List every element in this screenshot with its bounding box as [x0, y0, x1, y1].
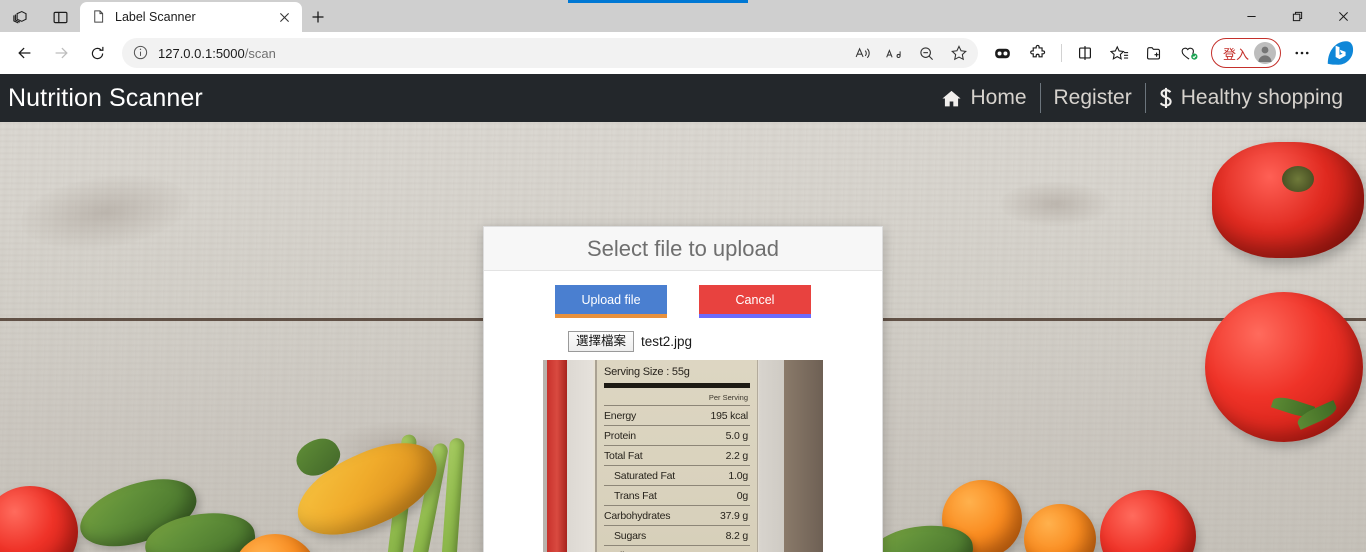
choose-file-button[interactable]: 選擇檔案	[568, 331, 635, 352]
window-controls	[1228, 0, 1366, 32]
pepper-stem	[1282, 166, 1314, 192]
upload-modal: Select file to upload Upload file Cancel…	[483, 226, 883, 552]
translate-icon[interactable]	[880, 39, 910, 67]
dollar-icon	[1159, 87, 1173, 109]
nav-link-register-label: Register	[1053, 86, 1132, 109]
nutrition-rows: Energy 195 kcal Protein 5.0 g Total Fat 2.2 g…	[604, 405, 750, 552]
nutrition-row: Trans Fat 0g	[604, 485, 750, 505]
file-input[interactable]: 選擇檔案 test2.jpg	[568, 331, 870, 352]
nutrient-value: 1.0g	[728, 469, 748, 482]
nav-link-register[interactable]: Register	[1041, 86, 1145, 110]
page-icon	[91, 9, 107, 25]
site-brand[interactable]: Nutrition Scanner	[8, 84, 203, 113]
nutrition-label-preview: Serving Size : 55g Per Serving Energy 195…	[543, 360, 823, 552]
nutrient-name: Carbohydrates	[604, 509, 671, 522]
nutrient-name: Saturated Fat	[614, 469, 676, 482]
browser-toolbar: 127.0.0.1:5000/scan 登入	[0, 32, 1366, 74]
nav-link-home[interactable]: Home	[928, 86, 1039, 110]
toolbar-right-actions: 登入	[986, 34, 1358, 72]
url-host: 127.0.0.1:5000	[158, 45, 245, 61]
serving-size-text: Serving Size : 55g	[604, 366, 690, 378]
nutrition-row: Carbohydrates 37.9 g	[604, 505, 750, 525]
red-pepper	[1212, 142, 1364, 258]
nutrition-row: Total Fat 2.2 g	[604, 445, 750, 465]
nutrient-name: Energy	[604, 409, 637, 422]
nutrition-row: Saturated Fat 1.0g	[604, 465, 750, 485]
nutrient-value: 5.0 g	[725, 429, 749, 442]
nutrient-name: Protein	[604, 429, 636, 442]
workspaces-icon[interactable]	[0, 2, 40, 32]
site-info-icon[interactable]	[132, 44, 150, 62]
nav-link-healthy-shopping-label: Healthy shopping	[1180, 86, 1343, 109]
extension-mask-icon[interactable]	[986, 36, 1020, 70]
sign-in-button[interactable]: 登入	[1210, 38, 1281, 68]
nutrient-value: 37.9 g	[720, 509, 748, 522]
minimize-icon[interactable]	[1228, 0, 1274, 32]
tab-actions-menu-icon[interactable]	[40, 2, 80, 32]
refresh-button[interactable]	[80, 36, 114, 70]
favorite-star-icon[interactable]	[944, 39, 974, 67]
back-button[interactable]	[8, 36, 42, 70]
selected-file-name: test2.jpg	[641, 334, 693, 349]
nutrition-row: Sodium698 mg	[604, 545, 750, 552]
settings-and-more-button[interactable]	[1285, 36, 1319, 70]
avatar[interactable]	[1254, 42, 1276, 64]
modal-button-row: Upload file Cancel	[496, 285, 870, 318]
modal-body: Upload file Cancel 選擇檔案 test2.jpg Servin…	[484, 271, 882, 552]
nutrition-row: Energy 195 kcal	[604, 405, 750, 425]
tomato	[0, 486, 78, 552]
split-screen-icon[interactable]	[1068, 36, 1102, 70]
site-navbar: Nutrition Scanner Home Register Healthy …	[0, 74, 1366, 122]
modal-header: Select file to upload	[484, 227, 882, 271]
nav-link-home-label: Home	[970, 86, 1027, 109]
url-text[interactable]: 127.0.0.1:5000/scan	[158, 46, 848, 61]
new-tab-button[interactable]	[302, 2, 334, 32]
close-tab-icon[interactable]	[274, 7, 294, 27]
browser-tab[interactable]: Label Scanner	[80, 2, 302, 32]
modal-title: Select file to upload	[586, 235, 780, 261]
tomato	[1100, 490, 1196, 552]
copilot-bing-icon[interactable]	[1320, 34, 1358, 72]
site-nav-links: Home Register Healthy shopping	[928, 81, 1356, 115]
nutrient-name: Trans Fat	[614, 489, 657, 502]
tab-title: Label Scanner	[115, 10, 196, 24]
tab-strip: Label Scanner	[0, 0, 1366, 32]
per-serving-header: Per Serving	[708, 393, 748, 402]
restore-icon[interactable]	[1274, 0, 1320, 32]
nutrient-value: 2.2 g	[725, 449, 749, 462]
forward-button[interactable]	[44, 36, 78, 70]
favorites-icon[interactable]	[1103, 36, 1137, 70]
close-icon[interactable]	[1320, 0, 1366, 32]
url-path: /scan	[244, 45, 276, 61]
nutrition-label-card: Serving Size : 55g Per Serving Energy 195…	[595, 360, 758, 552]
puzzle-extensions-icon[interactable]	[1021, 36, 1055, 70]
address-bar-actions	[848, 39, 974, 67]
upload-file-button[interactable]: Upload file	[555, 285, 667, 318]
nutrient-name: Total Fat	[604, 449, 643, 462]
nutrition-row: Protein 5.0 g	[604, 425, 750, 445]
page-viewport: Nutrition Scanner Home Register Healthy …	[0, 74, 1366, 552]
collections-icon[interactable]	[1138, 36, 1172, 70]
nav-link-healthy-shopping[interactable]: Healthy shopping	[1146, 86, 1356, 110]
tomato	[1024, 504, 1096, 552]
nutrient-value: 195 kcal	[710, 409, 748, 422]
toolbar-divider	[1060, 44, 1062, 62]
nutrient-name: Sugars	[614, 529, 647, 542]
tomato	[1205, 292, 1363, 442]
read-aloud-icon[interactable]	[848, 39, 878, 67]
nutrient-value: 8.2 g	[725, 529, 749, 542]
sign-in-label: 登入	[1222, 46, 1249, 62]
browser-window: Label Scanner 127.0.0.1:5000/scan 登入 Nut…	[0, 0, 1366, 552]
zoom-out-icon[interactable]	[912, 39, 942, 67]
home-icon	[941, 88, 962, 109]
address-bar[interactable]: 127.0.0.1:5000/scan	[122, 38, 978, 68]
nutrient-value: 0g	[736, 489, 748, 502]
cancel-button[interactable]: Cancel	[699, 285, 811, 318]
nutrition-row: Sugars 8.2 g	[604, 525, 750, 545]
browser-essentials-icon[interactable]	[1173, 36, 1207, 70]
page-load-progress-bar	[568, 0, 748, 3]
